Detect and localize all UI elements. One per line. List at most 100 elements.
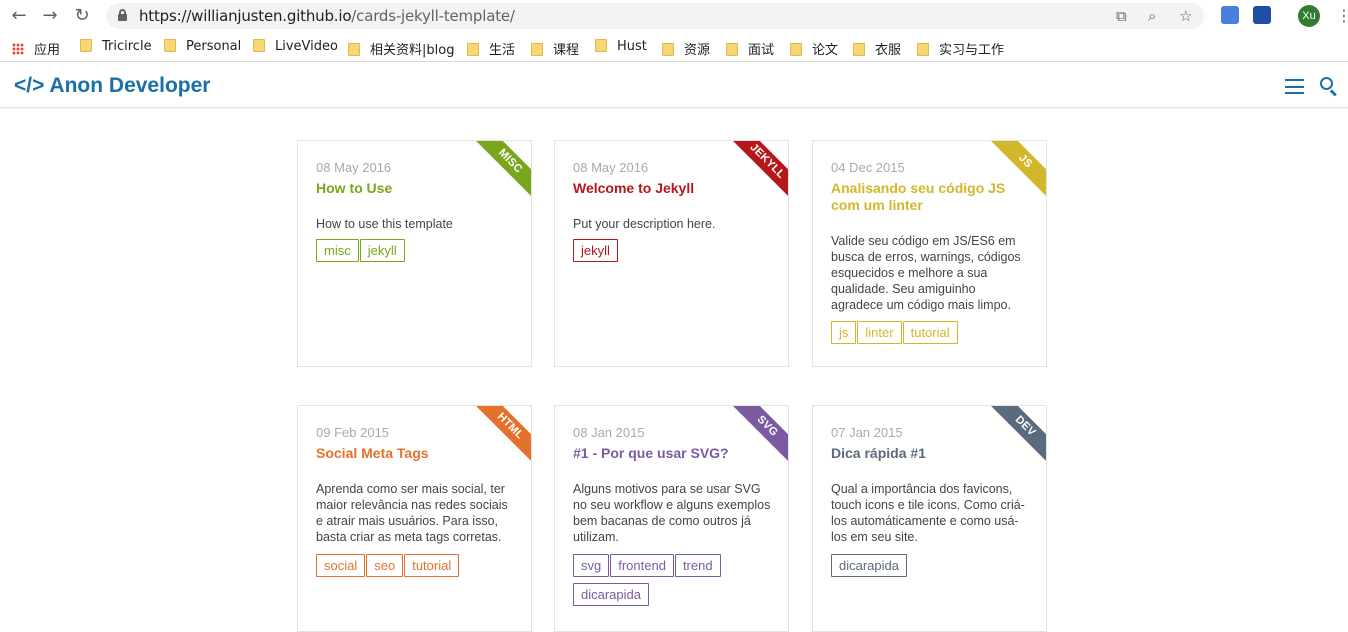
bookmark-item[interactable]: 面试 bbox=[726, 39, 775, 58]
reload-icon[interactable]: ↻ bbox=[72, 6, 92, 26]
tag[interactable]: frontend bbox=[610, 554, 674, 577]
address-bar[interactable]: https://willianjusten.github.io/cards-je… bbox=[106, 3, 1204, 29]
post-description: Put your description here. bbox=[573, 217, 716, 231]
tag[interactable]: svg bbox=[573, 554, 610, 577]
post-title[interactable]: Analisando seu código JS com um linter bbox=[831, 180, 1031, 214]
translate-extension-icon[interactable] bbox=[1221, 6, 1239, 24]
post-date: 08 May 2016 bbox=[316, 160, 392, 175]
lock-icon[interactable] bbox=[118, 9, 127, 21]
tag[interactable]: linter bbox=[857, 321, 902, 344]
tag[interactable]: dicarapida bbox=[573, 583, 649, 606]
bookmark-item[interactable]: LiveVideo bbox=[253, 39, 338, 55]
post-date: 09 Feb 2015 bbox=[316, 425, 390, 440]
post-card[interactable]: MISC 08 May 2016 How to Use How to use this… bbox=[297, 140, 532, 367]
folder-icon bbox=[595, 39, 607, 52]
post-card[interactable]: JS 04 Dec 2015 Analisando seu código JS co… bbox=[812, 140, 1047, 367]
bookmark-label: LiveVideo bbox=[275, 39, 338, 54]
bookmark-item[interactable]: 应用 bbox=[12, 39, 61, 58]
folder-icon bbox=[917, 43, 929, 56]
bookmark-label: 课程 bbox=[553, 43, 580, 58]
bookmark-label: Hust bbox=[617, 39, 647, 54]
tag[interactable]: jekyll bbox=[359, 239, 405, 262]
folder-icon bbox=[790, 43, 802, 56]
star-icon[interactable]: ☆ bbox=[1179, 7, 1192, 25]
tag[interactable]: trend bbox=[674, 554, 721, 577]
post-description: Alguns motivos para se usar SVG no seu w… bbox=[573, 482, 771, 544]
folder-icon bbox=[164, 39, 176, 52]
search-extension-icon[interactable] bbox=[1253, 6, 1271, 24]
tag-list: social seo tutorial bbox=[316, 554, 526, 583]
folder-icon bbox=[467, 43, 479, 56]
post-card[interactable]: JEKYLL 08 May 2016 Welcome to Jekyll Put yo… bbox=[554, 140, 789, 367]
site-logo[interactable]: </> Anon Developer bbox=[14, 74, 210, 98]
back-icon[interactable]: ← bbox=[9, 6, 29, 26]
zoom-icon[interactable]: ⌕ bbox=[1148, 7, 1156, 25]
tag[interactable]: dicarapida bbox=[831, 554, 907, 577]
bookmark-label: 论文 bbox=[812, 43, 839, 58]
bookmark-label: Personal bbox=[186, 39, 242, 54]
post-title[interactable]: Dica rápida #1 bbox=[831, 445, 1031, 462]
folder-icon bbox=[531, 43, 543, 56]
tag[interactable]: social bbox=[316, 554, 366, 577]
bookmark-label: 资源 bbox=[684, 43, 711, 58]
kebab-menu-icon[interactable]: ⋮ bbox=[1336, 6, 1348, 25]
post-title[interactable]: Social Meta Tags bbox=[316, 445, 516, 462]
bookmark-item[interactable]: 生活 bbox=[467, 39, 516, 58]
translate-icon[interactable]: ⧉ bbox=[1116, 7, 1127, 25]
post-date: 04 Dec 2015 bbox=[831, 160, 905, 175]
bookmark-item[interactable]: 实习与工作 bbox=[917, 39, 1005, 58]
post-description: How to use this template bbox=[316, 217, 453, 231]
browser-toolbar: ← → ↻ https://willianjusten.github.io/ca… bbox=[0, 0, 1348, 32]
bookmarks-bar: 应用 Tricircle Personal LiveVideo 相关资料|blog 生活 课… bbox=[0, 32, 1348, 62]
tag[interactable]: js bbox=[831, 321, 857, 344]
post-card[interactable]: HTML 09 Feb 2015 Social Meta Tags Aprenda c… bbox=[297, 405, 532, 632]
post-card[interactable]: SVG 08 Jan 2015 #1 - Por que usar SVG? Algu… bbox=[554, 405, 789, 632]
folder-icon bbox=[348, 43, 360, 56]
bookmark-item[interactable]: 相关资料|blog bbox=[348, 39, 455, 58]
post-date: 08 Jan 2015 bbox=[573, 425, 645, 440]
hamburger-menu-icon[interactable] bbox=[1285, 79, 1304, 94]
bookmark-label: 面试 bbox=[748, 43, 775, 58]
tag[interactable]: tutorial bbox=[404, 554, 460, 577]
bookmark-label: 应用 bbox=[34, 43, 61, 58]
bookmark-label: 生活 bbox=[489, 43, 516, 58]
tag-list: js linter tutorial bbox=[831, 321, 1041, 350]
bookmark-item[interactable]: Tricircle bbox=[80, 39, 152, 55]
tag[interactable]: misc bbox=[316, 239, 359, 262]
post-card[interactable]: DEV 07 Jan 2015 Dica rápida #1 Qual a impor… bbox=[812, 405, 1047, 632]
post-description: Qual a importância dos favicons, touch i… bbox=[831, 482, 1025, 544]
tag[interactable]: seo bbox=[366, 554, 404, 577]
bookmark-item[interactable]: 资源 bbox=[662, 39, 711, 58]
post-title[interactable]: How to Use bbox=[316, 180, 516, 197]
tag[interactable]: tutorial bbox=[902, 321, 958, 344]
tag-list: svg frontend trend dicarapida bbox=[573, 554, 783, 612]
post-description: Valide seu código em JS/ES6 em busca de … bbox=[831, 234, 1021, 312]
bookmark-item[interactable]: Personal bbox=[164, 39, 241, 55]
bookmark-item[interactable]: 课程 bbox=[531, 39, 580, 58]
avatar[interactable]: Xu bbox=[1298, 5, 1320, 27]
post-title[interactable]: Welcome to Jekyll bbox=[573, 180, 773, 197]
bookmark-label: 实习与工作 bbox=[939, 43, 1005, 58]
forward-icon[interactable]: → bbox=[40, 6, 60, 26]
post-title[interactable]: #1 - Por que usar SVG? bbox=[573, 445, 773, 462]
bookmark-label: 衣服 bbox=[875, 43, 902, 58]
folder-icon bbox=[662, 43, 674, 56]
tag-list: jekyll bbox=[573, 239, 783, 268]
bookmark-item[interactable]: Hust bbox=[595, 39, 647, 55]
url-text[interactable]: https://willianjusten.github.io/cards-je… bbox=[139, 7, 515, 25]
folder-icon bbox=[253, 39, 265, 52]
folder-icon bbox=[853, 43, 865, 56]
folder-icon bbox=[726, 43, 738, 56]
bookmark-label: 相关资料|blog bbox=[370, 43, 455, 58]
bookmark-label: Tricircle bbox=[102, 39, 152, 54]
search-icon[interactable] bbox=[1320, 77, 1338, 97]
tag-list: dicarapida bbox=[831, 554, 1041, 583]
bookmark-item[interactable]: 论文 bbox=[790, 39, 839, 58]
tag[interactable]: jekyll bbox=[573, 239, 618, 262]
folder-icon bbox=[80, 39, 92, 52]
site-header: </> Anon Developer bbox=[0, 64, 1348, 108]
post-date: 07 Jan 2015 bbox=[831, 425, 903, 440]
apps-grid-icon bbox=[12, 43, 24, 55]
bookmark-item[interactable]: 衣服 bbox=[853, 39, 902, 58]
post-date: 08 May 2016 bbox=[573, 160, 649, 175]
